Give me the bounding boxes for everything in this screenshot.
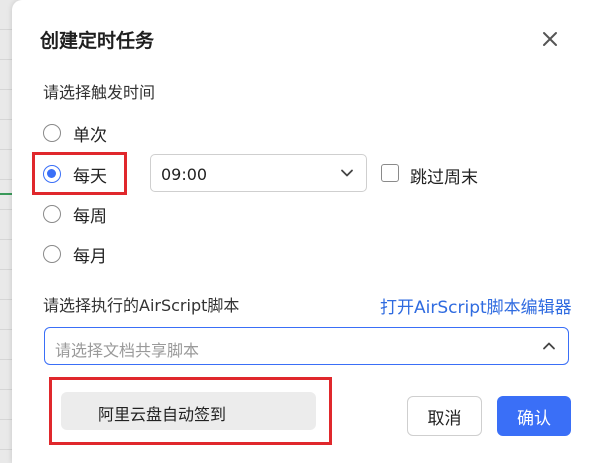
radio-label: 每周: [73, 206, 107, 227]
script-select[interactable]: 请选择文档共享脚本: [44, 327, 569, 365]
dropdown-item-aliyun-checkin[interactable]: 阿里云盘自动签到: [61, 392, 316, 430]
trigger-time-label: 请选择触发时间: [43, 83, 156, 102]
script-select-placeholder: 请选择文档共享脚本: [55, 341, 200, 360]
chevron-down-icon: [341, 169, 353, 177]
cancel-button[interactable]: 取消: [407, 396, 482, 436]
time-value: 09:00: [161, 165, 208, 184]
radio-label: 每月: [73, 246, 107, 267]
confirm-button[interactable]: 确认: [497, 396, 571, 436]
radio-weekly[interactable]: 每周: [43, 202, 107, 227]
dialog-title: 创建定时任务: [40, 30, 155, 52]
script-select-label: 请选择执行的AirScript脚本: [43, 296, 240, 315]
radio-button[interactable]: [43, 124, 61, 142]
skip-weekend-checkbox[interactable]: [381, 164, 399, 182]
radio-button[interactable]: [43, 165, 61, 183]
radio-label: 每天: [73, 166, 107, 187]
radio-once[interactable]: 单次: [43, 121, 107, 146]
open-script-editor-link[interactable]: 打开AirScript脚本编辑器: [380, 293, 572, 318]
radio-button[interactable]: [43, 205, 61, 223]
dropdown-item-label: 阿里云盘自动签到: [98, 405, 227, 424]
radio-monthly[interactable]: 每月: [43, 242, 107, 267]
time-select[interactable]: 09:00: [150, 154, 367, 192]
cell-selection-marker: [0, 193, 12, 195]
chevron-up-icon: [543, 342, 555, 350]
skip-weekend-label[interactable]: 跳过周末: [410, 163, 478, 188]
radio-button[interactable]: [43, 245, 61, 263]
create-scheduled-task-dialog: 创建定时任务 请选择触发时间 单次 每天 09:00 跳过周末 每周 每月 请选…: [12, 0, 604, 463]
radio-label: 单次: [73, 125, 107, 146]
radio-daily[interactable]: 每天: [43, 162, 107, 187]
close-icon[interactable]: [539, 28, 561, 50]
